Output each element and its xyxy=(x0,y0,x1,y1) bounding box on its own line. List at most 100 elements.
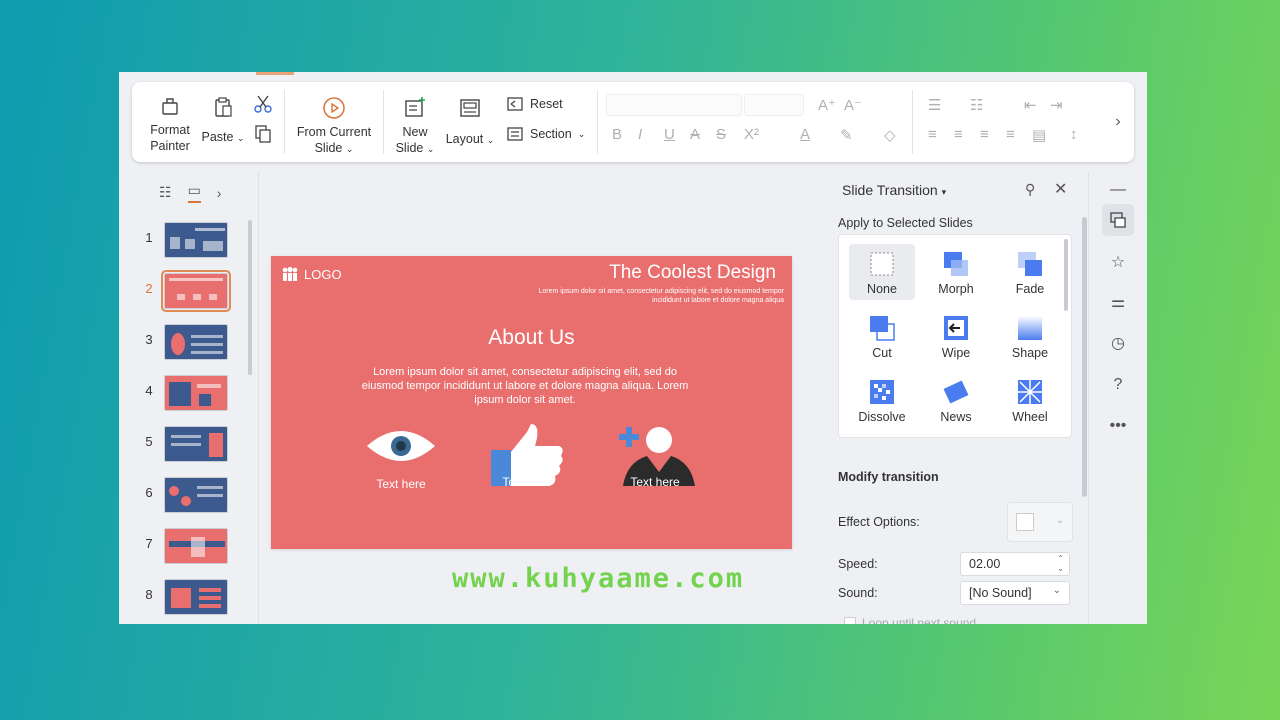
increase-font-icon[interactable]: A⁺ xyxy=(818,96,836,114)
slide-view-icon[interactable]: ▭ xyxy=(187,182,201,203)
slide-thumbnail[interactable] xyxy=(164,324,228,360)
format-painter-button[interactable]: Format Painter xyxy=(142,96,198,154)
close-icon[interactable]: ✕ xyxy=(1054,179,1067,199)
from-current-label-2: Slide xyxy=(314,141,343,155)
thumbnail-8[interactable]: 8 xyxy=(119,579,249,619)
paste-button[interactable]: Paste ⌄ xyxy=(198,96,248,146)
slide-number: 5 xyxy=(145,434,153,449)
layout-button[interactable]: Layout ⌄ xyxy=(442,96,498,148)
loop-checkbox[interactable] xyxy=(844,617,856,624)
help-icon[interactable]: ? xyxy=(1102,369,1134,401)
superscript-icon[interactable]: X² xyxy=(744,126,759,143)
slide-thumbnail[interactable] xyxy=(164,426,228,462)
font-size-select[interactable] xyxy=(744,94,804,116)
chevron-down-icon: ▾ xyxy=(941,187,947,197)
effect-fade[interactable]: Fade xyxy=(997,244,1063,300)
align-left-icon[interactable]: ≡ xyxy=(928,126,937,143)
thumbnail-7[interactable]: 7 xyxy=(119,528,249,568)
thumbnail-4[interactable]: 4 xyxy=(119,375,249,415)
thumbnails-scrollbar[interactable] xyxy=(248,220,252,375)
effect-options-label: Effect Options: xyxy=(838,515,920,529)
slide-thumbnail[interactable] xyxy=(164,477,228,513)
speed-label: Speed: xyxy=(838,557,878,571)
font-family-select[interactable] xyxy=(606,94,742,116)
justify-icon[interactable]: ≡ xyxy=(1006,126,1015,143)
slide-thumbnail[interactable] xyxy=(164,222,228,258)
gallery-scrollbar[interactable] xyxy=(1064,239,1068,311)
stepper-arrows-icon[interactable]: ⌃ ⌄ xyxy=(1057,554,1064,574)
effect-cut[interactable]: Cut xyxy=(849,308,915,364)
effect-wipe[interactable]: Wipe xyxy=(923,308,989,364)
chevron-right-icon[interactable]: › xyxy=(217,185,222,201)
slide-thumbnail-active[interactable] xyxy=(161,270,231,312)
ribbon-scroll-right[interactable]: › xyxy=(1102,82,1134,162)
slide-thumbnail[interactable] xyxy=(164,579,228,615)
sliders-icon[interactable]: ⚌ xyxy=(1102,286,1134,318)
pane-scrollbar[interactable] xyxy=(1082,217,1087,497)
bold-icon[interactable]: B xyxy=(612,126,622,143)
slide-number: 2 xyxy=(145,281,153,296)
double-strike-icon[interactable]: S xyxy=(716,126,726,143)
effect-options-dropdown[interactable]: ⌄ xyxy=(1007,502,1073,542)
underline-icon[interactable]: U xyxy=(664,126,675,143)
layout-label: Layout xyxy=(445,132,484,146)
history-icon[interactable]: ◷ xyxy=(1102,327,1134,359)
effect-morph[interactable]: Morph xyxy=(923,244,989,300)
loop-sound-option[interactable]: Loop until next sound xyxy=(844,616,976,624)
line-spacing-icon[interactable]: ↕ xyxy=(1070,126,1078,143)
slide-thumbnail[interactable] xyxy=(164,528,228,564)
app-window: Format Painter Paste ⌄ From Current Slid… xyxy=(119,72,1147,624)
effect-shape[interactable]: Shape xyxy=(997,308,1063,364)
transition-panel-icon[interactable] xyxy=(1102,204,1134,236)
effect-label: Cut xyxy=(872,346,892,360)
ribbon-separator xyxy=(383,90,384,154)
feature-thumbs-up: Text here xyxy=(487,422,567,489)
align-right-icon[interactable]: ≡ xyxy=(980,126,989,143)
font-color-icon[interactable]: A xyxy=(800,126,810,143)
from-current-slide-button[interactable]: From Current Slide ⌄ xyxy=(292,96,376,157)
more-icon[interactable]: ••• xyxy=(1102,410,1134,442)
bullets-icon[interactable]: ☰ xyxy=(928,96,941,114)
logo-text: LOGO xyxy=(304,266,342,282)
pane-title[interactable]: Slide Transition ▾ xyxy=(842,182,946,198)
outdent-icon[interactable]: ⇤ xyxy=(1024,96,1037,114)
thumbnail-5[interactable]: 5 xyxy=(119,426,249,466)
decrease-font-icon[interactable]: A⁻ xyxy=(844,96,862,114)
effect-none[interactable]: None xyxy=(849,244,915,300)
effect-news[interactable]: News xyxy=(923,372,989,428)
thumbnail-3[interactable]: 3 xyxy=(119,324,249,364)
section-button[interactable]: Section ⌄ xyxy=(506,126,585,142)
outline-view-icon[interactable]: ☷ xyxy=(159,184,172,201)
thumbnail-1[interactable]: 1 xyxy=(119,222,249,262)
cut-button[interactable] xyxy=(252,94,274,118)
reset-button[interactable]: Reset xyxy=(506,96,563,112)
thumbnail-2[interactable]: 2 xyxy=(119,270,249,313)
strikethrough-icon[interactable]: A xyxy=(690,126,700,143)
highlight-icon[interactable]: ✎ xyxy=(840,126,853,144)
numbering-icon[interactable]: ☷ xyxy=(970,96,983,114)
thumbnail-6[interactable]: 6 xyxy=(119,477,249,517)
effect-wheel[interactable]: Wheel xyxy=(997,372,1063,428)
distribute-icon[interactable]: ▤ xyxy=(1032,126,1046,144)
apply-label: Apply to Selected Slides xyxy=(838,216,973,230)
speed-stepper[interactable]: 02.00 ⌃ ⌄ xyxy=(960,552,1070,576)
morph-effect-icon xyxy=(944,252,968,276)
effect-dissolve[interactable]: Dissolve xyxy=(849,372,915,428)
new-slide-button[interactable]: New Slide ⌄ xyxy=(390,96,440,157)
slide-number: 6 xyxy=(145,485,153,500)
people-icon xyxy=(282,266,298,281)
align-center-icon[interactable]: ≡ xyxy=(954,126,963,143)
ribbon: Format Painter Paste ⌄ From Current Slid… xyxy=(132,82,1134,162)
pin-icon[interactable]: ⚲ xyxy=(1025,181,1035,198)
copy-button[interactable] xyxy=(252,124,274,148)
indent-icon[interactable]: ⇥ xyxy=(1050,96,1063,114)
italic-icon[interactable]: I xyxy=(638,126,642,143)
slide-thumbnail[interactable] xyxy=(164,375,228,411)
star-icon[interactable]: ☆ xyxy=(1102,246,1134,278)
sound-select[interactable]: [No Sound] ⌄ xyxy=(960,581,1070,605)
slide-2[interactable]: LOGO The Coolest Design Lorem ipsum dolo… xyxy=(271,256,792,549)
watermark: www.kuhyaame.com xyxy=(452,563,745,594)
effect-label: None xyxy=(867,282,897,296)
eraser-icon[interactable]: ◇ xyxy=(884,126,896,144)
minimize-icon[interactable]: — xyxy=(1102,174,1134,206)
